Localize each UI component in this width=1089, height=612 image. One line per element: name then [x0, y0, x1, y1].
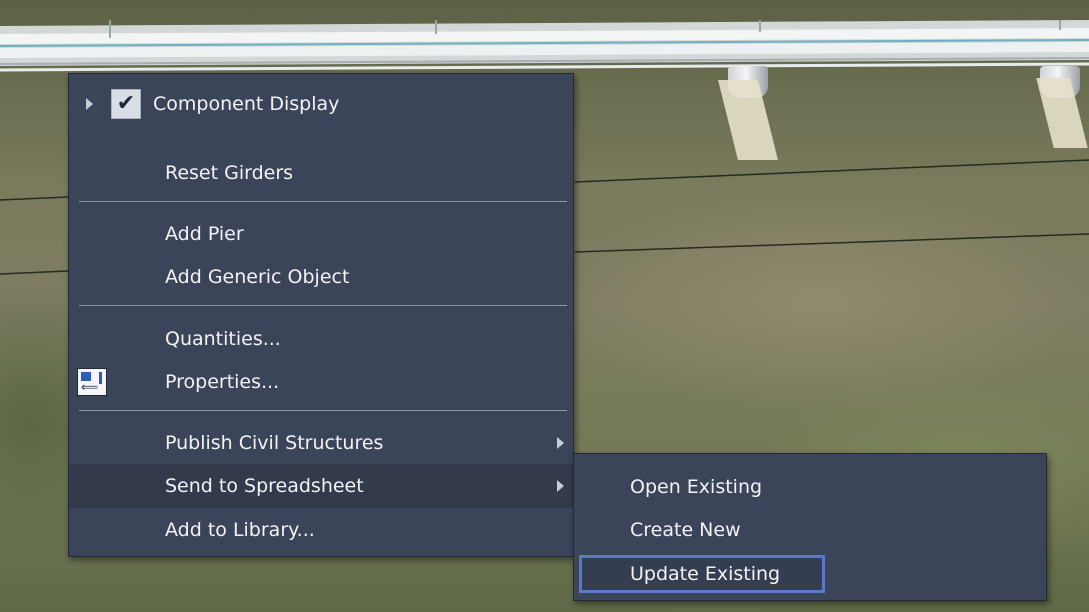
menu-item-add-pier[interactable]: Add Pier: [69, 212, 573, 256]
menu-item-label: Add Pier: [165, 223, 244, 245]
menu-item-label: Properties...: [165, 371, 280, 393]
menu-item-publish-civil-structures[interactable]: Publish Civil Structures: [69, 421, 573, 465]
menu-item-send-to-spreadsheet[interactable]: Send to Spreadsheet: [69, 464, 573, 508]
menu-separator: [79, 410, 567, 411]
context-menu: ✔ Component Display Reset Girders Add Pi…: [68, 73, 574, 557]
menu-item-label: Reset Girders: [165, 162, 294, 184]
menu-item-label: Add to Library...: [165, 519, 315, 541]
bridge-deck: [0, 20, 1089, 80]
send-to-spreadsheet-submenu: Open Existing Create New Update Existing: [573, 453, 1047, 601]
pier-shadow: [1036, 78, 1088, 148]
checkmark-icon[interactable]: ✔: [111, 89, 141, 119]
submenu-arrow-icon: [557, 480, 564, 492]
menu-item-label: Send to Spreadsheet: [165, 475, 364, 497]
pier-shadow: [718, 80, 778, 160]
menu-item-add-to-library[interactable]: Add to Library...: [69, 508, 573, 552]
menu-separator: [79, 305, 567, 306]
menu-item-component-display[interactable]: ✔ Component Display: [69, 82, 573, 126]
menu-item-label: Component Display: [153, 93, 340, 115]
menu-item-quantities[interactable]: Quantities...: [69, 317, 573, 361]
menu-item-label: Add Generic Object: [165, 266, 350, 288]
submenu-item-label: Update Existing: [630, 563, 781, 585]
submenu-item-open-existing[interactable]: Open Existing: [574, 465, 1046, 509]
menu-item-reset-girders[interactable]: Reset Girders: [69, 151, 573, 195]
expand-arrow-icon: [86, 98, 93, 110]
submenu-item-label: Create New: [630, 519, 741, 541]
submenu-item-update-existing[interactable]: Update Existing: [574, 552, 1046, 596]
menu-item-properties[interactable]: ⟸ Properties...: [69, 360, 573, 404]
properties-icon: ⟸: [77, 368, 107, 396]
menu-item-label: Quantities...: [165, 328, 281, 350]
submenu-arrow-icon: [557, 437, 564, 449]
menu-item-label: Publish Civil Structures: [165, 432, 384, 454]
submenu-item-create-new[interactable]: Create New: [574, 508, 1046, 552]
submenu-item-label: Open Existing: [630, 476, 763, 498]
menu-item-add-generic-object[interactable]: Add Generic Object: [69, 255, 573, 299]
menu-separator: [79, 201, 567, 202]
